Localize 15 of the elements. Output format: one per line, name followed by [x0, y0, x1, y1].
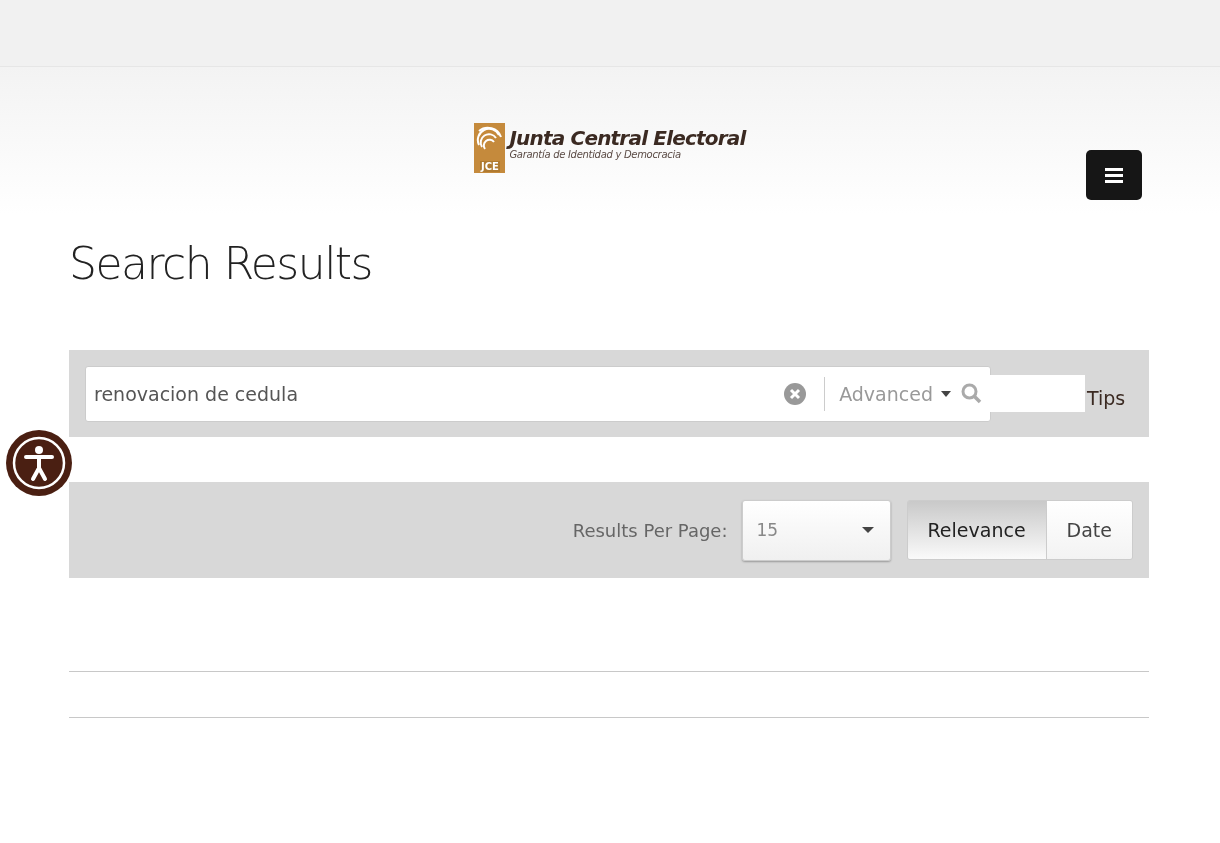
page-title: Search Results — [69, 237, 373, 291]
accessibility-icon — [11, 435, 67, 491]
sort-option-tab[interactable]: Relevance — [907, 501, 1047, 559]
tips-link[interactable]: Tips — [1087, 386, 1126, 409]
menu-icon — [1105, 167, 1123, 183]
results-per-page-label: Results Per Page: — [572, 519, 728, 541]
logo-mark-text: JCE — [479, 161, 500, 172]
clear-icon[interactable] — [784, 382, 807, 405]
sort-option-tab[interactable]: Date — [1046, 501, 1132, 559]
logo-subtitle: Garantía de Identidad y Democracia — [509, 149, 682, 161]
caret-icon — [861, 527, 874, 533]
caret-icon — [941, 390, 951, 397]
menu-button[interactable] — [1086, 150, 1142, 200]
search-field[interactable]: renovacion de cedula Advanced — [85, 365, 991, 422]
site-logo[interactable]: JCE Junta Central Electoral Garantía de Identidad y Democracia — [474, 123, 746, 173]
